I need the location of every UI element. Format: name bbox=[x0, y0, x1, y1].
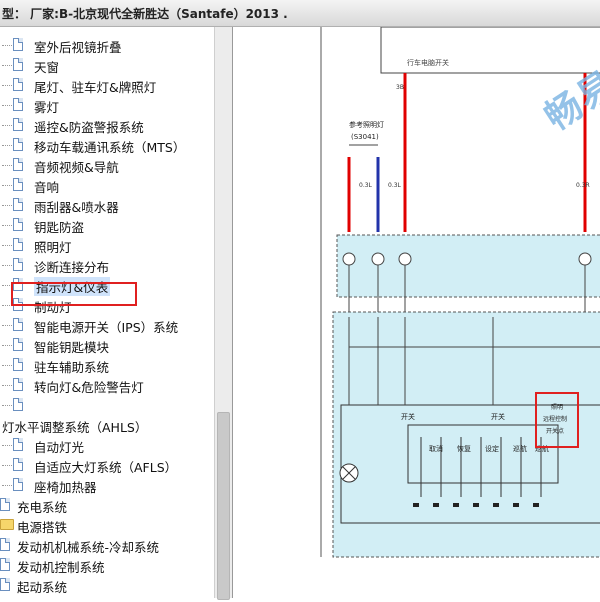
document-icon bbox=[13, 378, 23, 391]
tree-item-label: 转向灯&危险警告灯 bbox=[34, 380, 144, 395]
tree-item-label: 照明灯 bbox=[34, 240, 72, 255]
document-icon bbox=[13, 138, 23, 151]
document-icon bbox=[13, 238, 23, 251]
document-tree[interactable]: 室外后视镜折叠 天窗尾灯、驻车灯&牌照灯 雾灯遥控&防盗警报系统移动车载通讯系统（M… bbox=[0, 27, 214, 598]
document-icon bbox=[13, 398, 23, 411]
switch-label-3: 取消 bbox=[429, 444, 443, 453]
wire-label-4: 0.3R bbox=[576, 182, 590, 189]
switch-label-2: 开关 bbox=[491, 412, 505, 421]
document-icon bbox=[13, 218, 23, 231]
switch-label-6: 巡航 bbox=[513, 444, 527, 453]
wire-label-2: 0.3L bbox=[359, 182, 373, 189]
tree-item-label: 智能电源开关（IPS）系统 bbox=[34, 320, 179, 335]
diagram-viewer[interactable]: 行车电脑开关 参考照明灯 (S3041) 3B 0.3L 0.3L 0.3R 开… bbox=[232, 0, 600, 598]
tree-item-label: 充电系统 bbox=[17, 500, 68, 515]
label-ref-code: (S3041) bbox=[351, 133, 379, 141]
wire-label-1: 3B bbox=[396, 84, 404, 91]
window-titlebar: 型： 厂家:B-北京现代全新胜达（Santafe）2013 . bbox=[0, 0, 600, 27]
tree-item-label: 自适应大灯系统（AFLS） bbox=[34, 460, 178, 475]
tree-item-label: 尾灯、驻车灯&牌照灯 bbox=[34, 80, 157, 95]
tree-item-label: 遥控&防盗警报系统 bbox=[34, 120, 144, 135]
document-icon bbox=[13, 318, 23, 331]
tree-item-label: 钥匙防盗 bbox=[34, 220, 85, 235]
tree-item-label: 灯水平调整系统（AHLS） bbox=[2, 420, 148, 435]
folder-icon bbox=[0, 519, 14, 530]
switch-label-4: 恢复 bbox=[457, 444, 471, 453]
tree-item-label: 室外后视镜折叠 bbox=[34, 40, 122, 55]
label-ctrl-3: 开关点 bbox=[546, 427, 564, 435]
tree-item-label: 雨刮器&喷水器 bbox=[34, 200, 119, 215]
document-icon bbox=[13, 118, 23, 131]
label-ctrl-2: 远程控制 bbox=[543, 415, 567, 423]
document-icon bbox=[13, 438, 23, 451]
tree-item-label: 座椅加热器 bbox=[34, 480, 97, 495]
document-icon bbox=[13, 58, 23, 71]
document-icon bbox=[13, 98, 23, 111]
window-title: 型： 厂家:B-北京现代全新胜达（Santafe）2013 . bbox=[2, 7, 288, 21]
document-icon bbox=[13, 198, 23, 211]
document-icon bbox=[0, 538, 10, 551]
tree-item-label: 天窗 bbox=[34, 60, 60, 75]
tree-item-label: 自动灯光 bbox=[34, 440, 85, 455]
tree-item-label: 诊断连接分布 bbox=[34, 260, 110, 275]
label-ref: 参考照明灯 bbox=[349, 120, 384, 129]
tree-item-label: 起动系统 bbox=[17, 580, 68, 595]
document-icon bbox=[13, 478, 23, 491]
tree-scrollbar-thumb[interactable] bbox=[217, 412, 230, 600]
selection-highlight-box bbox=[11, 282, 137, 306]
document-icon bbox=[0, 498, 10, 511]
tree-item-label: 移动车载通讯系统（MTS） bbox=[34, 140, 186, 155]
tree-item-label: 音频视频&导航 bbox=[34, 160, 119, 175]
document-icon bbox=[0, 578, 10, 591]
tree-item-label: 音响 bbox=[34, 180, 60, 195]
document-icon bbox=[13, 158, 23, 171]
tree-item-label: 驻车辅助系统 bbox=[34, 360, 110, 375]
tree-item-label: 电源搭铁 bbox=[17, 520, 68, 535]
label-ctrl-1: 照明 bbox=[551, 404, 563, 411]
document-icon bbox=[13, 178, 23, 191]
document-icon bbox=[13, 358, 23, 371]
switch-label-1: 开关 bbox=[401, 412, 415, 421]
wire-label-3: 0.3L bbox=[388, 182, 402, 189]
document-icon bbox=[13, 258, 23, 271]
tree-item-label: 发动机机械系统-冷却系统 bbox=[17, 540, 160, 555]
document-icon bbox=[13, 78, 23, 91]
document-icon bbox=[13, 38, 23, 51]
label-top: 行车电脑开关 bbox=[407, 58, 449, 67]
document-icon bbox=[0, 558, 10, 571]
tree-item-label: 雾灯 bbox=[34, 100, 60, 115]
switch-label-5: 设定 bbox=[485, 444, 499, 453]
tree-item-label: 智能钥匙模块 bbox=[34, 340, 110, 355]
document-icon bbox=[13, 338, 23, 351]
document-icon bbox=[13, 458, 23, 471]
tree-item-label: 发动机控制系统 bbox=[17, 560, 105, 575]
switch-label-7: 巡航 bbox=[535, 444, 549, 453]
